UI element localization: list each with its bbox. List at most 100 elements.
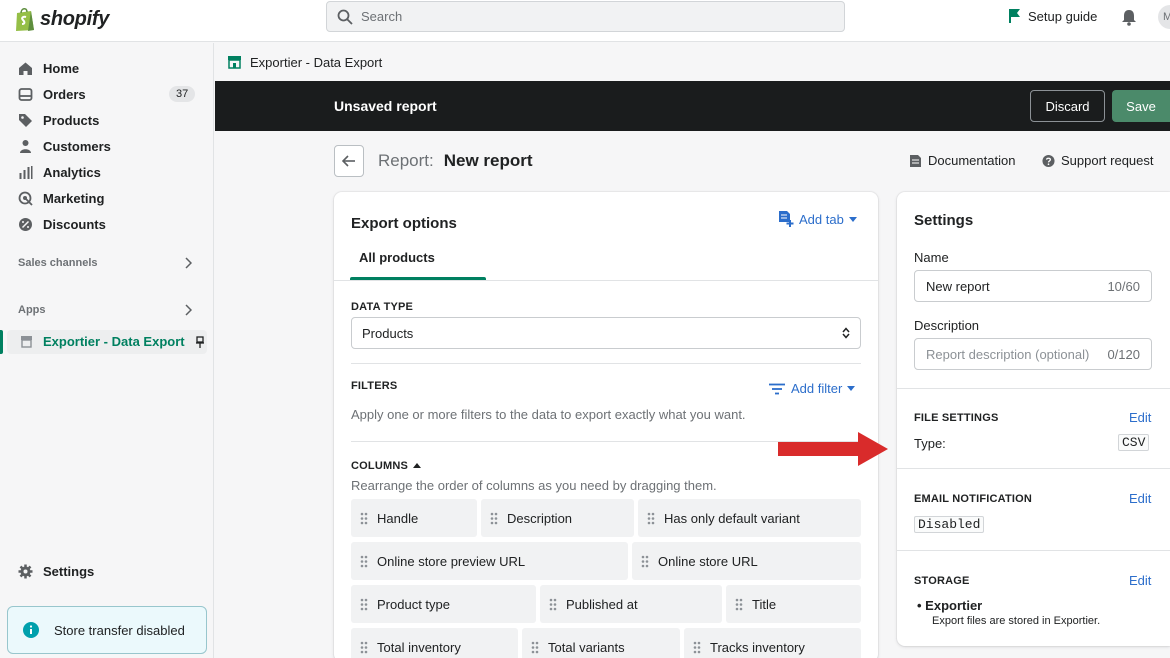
store-icon [21,336,32,348]
select-arrows-icon [842,327,850,339]
data-type-select[interactable]: Products [351,317,861,349]
column-chip-total-inventory[interactable]: Total inventory [351,628,518,658]
chevron-right-icon[interactable] [184,304,192,316]
sidebar-item-label: Marketing [43,190,105,206]
target-icon [18,191,33,206]
column-chip-published-at[interactable]: Published at [540,585,722,623]
sidebar-item-label: Orders [43,86,86,102]
column-chip-tracks-inventory[interactable]: Tracks inventory [684,628,861,658]
description-field[interactable]: Report description (optional) 0/120 [914,338,1152,370]
file-type-label: Type: [914,436,946,451]
name-char-count: 10/60 [1107,278,1140,294]
sidebar-item-label: Exportier - Data Export [43,334,185,349]
drag-handle-icon [531,641,539,653]
caret-down-icon [848,216,857,222]
drag-handle-icon [490,512,498,524]
drag-handle-icon [360,512,368,524]
store-icon [228,56,241,69]
apps-label[interactable]: Apps [18,304,46,316]
documentation-link[interactable]: Documentation [909,153,1015,168]
setup-guide-link[interactable]: Setup guide [1008,8,1097,24]
sidebar-item-label: Products [43,112,100,128]
tab-all-products[interactable]: All products [359,250,435,265]
drag-handle-icon [360,598,368,610]
sidebar-item-products[interactable]: Products [18,110,99,130]
data-type-label: DATA TYPE [351,301,414,313]
column-chip-online-store-url[interactable]: Online store URL [632,542,861,580]
columns-header[interactable]: COLUMNS [351,460,422,472]
save-button[interactable]: Save [1112,90,1170,122]
annotation-arrow-icon [778,432,888,466]
file-settings-edit-link[interactable]: Edit [1129,410,1151,425]
search-box[interactable] [326,1,845,32]
search-input[interactable] [361,9,801,24]
arrow-left-icon [342,155,355,167]
divider [897,550,1170,551]
file-settings-label: FILE SETTINGS [914,412,999,424]
storage-description: Export files are stored in Exportier. [932,615,1101,627]
column-chip-has-only-default-variant[interactable]: Has only default variant [638,499,861,537]
column-chip-online-store-preview-url[interactable]: Online store preview URL [351,542,628,580]
brand-name: shopify [40,7,110,30]
divider [351,363,861,364]
sales-channels-label[interactable]: Sales channels [18,257,98,269]
drag-handle-icon [647,512,655,524]
contextual-save-bar: Unsaved report Discard Save [215,81,1170,131]
name-value: New report [926,278,990,294]
column-chip-product-type[interactable]: Product type [351,585,536,623]
breadcrumb: Exportier - Data Export [215,43,1170,81]
add-document-icon [779,211,794,227]
chevron-right-icon[interactable] [184,257,192,269]
email-notification-edit-link[interactable]: Edit [1129,491,1151,506]
breadcrumb-app-name[interactable]: Exportier - Data Export [250,55,382,70]
column-chip-handle[interactable]: Handle [351,499,477,537]
page-title-value: New report [443,151,533,170]
active-indicator [0,330,3,354]
name-field[interactable]: New report 10/60 [914,270,1152,302]
column-label: Product type [377,596,450,612]
add-filter-button[interactable]: Add filter [768,381,856,396]
setup-guide-label: Setup guide [1028,8,1098,24]
filter-icon [769,383,785,394]
filters-label: FILTERS [351,380,398,392]
sidebar-item-orders[interactable]: Orders [18,84,86,104]
sidebar-item-label: Analytics [43,164,101,180]
page-title-label: Report: [378,151,434,170]
caret-up-icon [413,463,422,468]
sidebar-item-analytics[interactable]: Analytics [18,162,101,182]
sidebar-item-marketing[interactable]: Marketing [18,188,104,208]
column-chip-total-variants[interactable]: Total variants [522,628,680,658]
sidebar-item-customers[interactable]: Customers [18,136,111,156]
divider [334,280,878,281]
bell-icon[interactable] [1120,8,1138,26]
columns-label: COLUMNS [351,460,409,472]
search-icon [337,9,353,25]
store-transfer-banner[interactable]: Store transfer disabled [7,606,207,654]
sidebar-item-label: Discounts [43,216,106,232]
column-label: Total inventory [377,639,461,655]
column-chip-title[interactable]: Title [726,585,861,623]
sidebar-item-discounts[interactable]: Discounts [18,214,106,234]
sidebar-item-home[interactable]: Home [18,58,79,78]
storage-label: STORAGE [914,575,970,587]
divider [897,388,1170,389]
store-transfer-text: Store transfer disabled [54,622,185,638]
support-request-link[interactable]: Support request [1042,153,1154,168]
avatar[interactable]: M [1158,5,1170,29]
sidebar-item-exportier[interactable]: Exportier - Data Export [20,334,205,349]
back-button[interactable] [334,145,364,177]
documentation-label: Documentation [928,153,1016,168]
discard-button[interactable]: Discard [1030,90,1105,122]
person-icon [20,139,31,153]
column-label: Tracks inventory [710,639,805,655]
sidebar-item-label: Customers [43,138,111,154]
sidebar-item-settings[interactable]: Settings [18,564,94,579]
storage-edit-link[interactable]: Edit [1129,573,1151,588]
pin-icon[interactable] [195,335,205,348]
description-char-count: 0/120 [1107,346,1140,362]
column-chip-description[interactable]: Description [481,499,634,537]
add-tab-button[interactable]: Add tab [778,210,857,228]
tag-icon [19,113,32,127]
shopify-logo[interactable]: shopify [14,6,109,32]
gear-icon [18,564,33,579]
